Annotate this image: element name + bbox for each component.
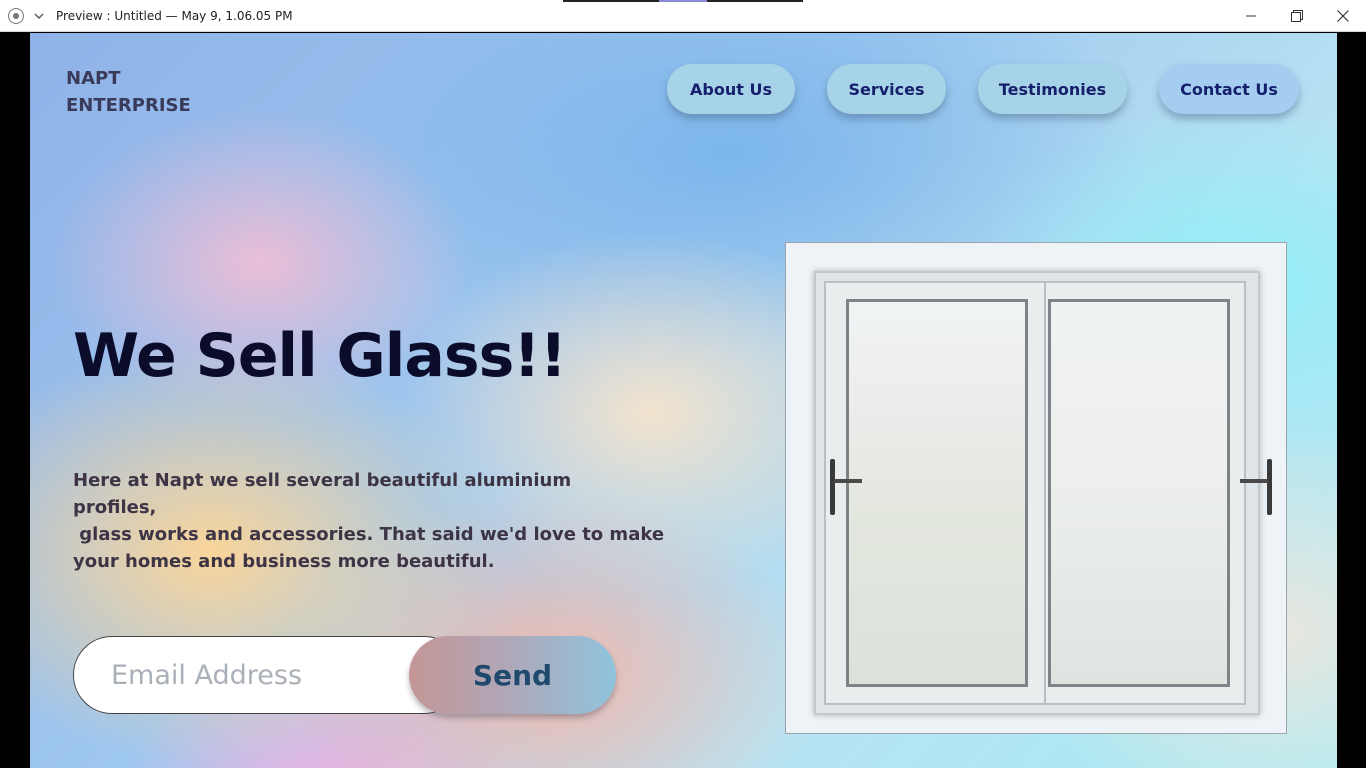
page-preview: NAPT ENTERPRISE About Us Services Testim… <box>30 33 1337 768</box>
brand-logo[interactable]: NAPT ENTERPRISE <box>66 65 191 119</box>
close-button[interactable] <box>1320 0 1366 32</box>
restore-icon <box>1291 10 1303 22</box>
window-right-sash <box>1044 281 1246 705</box>
hero-text-line-2: glass works and accessories. That said w… <box>73 524 665 545</box>
main-nav: About Us Services Testimonies Contact Us <box>667 64 1299 114</box>
nav-contact-us-button[interactable]: Contact Us <box>1159 64 1299 114</box>
close-icon <box>1337 10 1349 22</box>
hero-text-line-1: Here at Napt we sell several beautiful a… <box>73 470 572 518</box>
sliding-window-image <box>785 242 1287 734</box>
window-right-glass <box>1048 299 1230 687</box>
window-handle-left <box>830 459 862 515</box>
restore-button[interactable] <box>1274 0 1320 32</box>
window-outer-frame <box>814 271 1272 715</box>
window-handle-right <box>1240 459 1272 515</box>
title-bar: Preview : Untitled — May 9, 1.06.05 PM <box>0 0 1366 32</box>
hero-title: We Sell Glass!! <box>73 321 567 391</box>
window-left-glass <box>846 299 1028 687</box>
nav-about-us-button[interactable]: About Us <box>667 64 795 114</box>
hero-text-line-3: your homes and business more beautiful. <box>73 551 495 572</box>
record-icon[interactable] <box>8 7 24 24</box>
hero-description: Here at Napt we sell several beautiful a… <box>73 467 664 575</box>
brand-line-2: ENTERPRISE <box>66 95 191 116</box>
email-field[interactable] <box>73 636 463 714</box>
minimize-button[interactable] <box>1228 0 1274 32</box>
nav-services-button[interactable]: Services <box>827 64 946 114</box>
email-signup-form: Send <box>73 636 616 714</box>
brand-line-1: NAPT <box>66 68 121 89</box>
minimize-icon <box>1246 15 1256 17</box>
loading-indicator <box>563 0 803 2</box>
chevron-down-icon[interactable] <box>34 11 44 21</box>
send-button[interactable]: Send <box>409 636 616 714</box>
nav-testimonies-button[interactable]: Testimonies <box>978 64 1127 114</box>
window-title: Preview : Untitled — May 9, 1.06.05 PM <box>56 8 293 23</box>
